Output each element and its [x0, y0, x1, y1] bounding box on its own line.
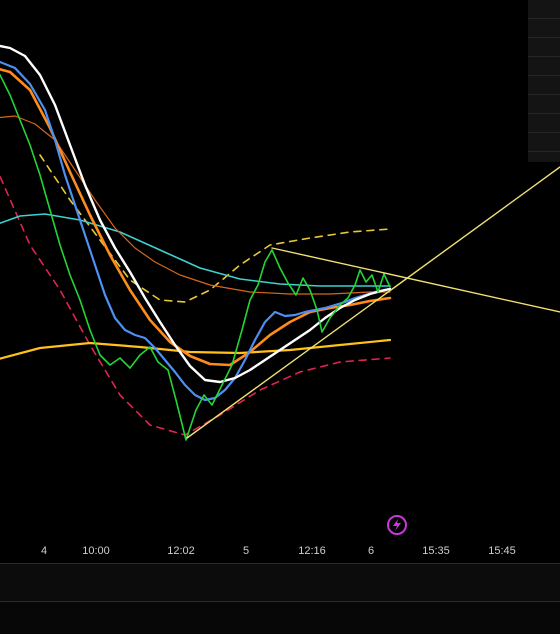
ma-thin-orange-line [0, 115, 391, 295]
bottom-toolbar[interactable] [0, 602, 560, 634]
band-upper-line [39, 154, 391, 303]
side-toolbar-slot[interactable] [528, 57, 560, 76]
side-toolbar-slot[interactable] [528, 76, 560, 95]
x-tick-label: 4 [41, 545, 47, 557]
x-tick-label: 15:45 [488, 545, 516, 557]
side-toolbar-slot[interactable] [528, 95, 560, 114]
x-tick-label: 12:02 [167, 545, 195, 557]
x-tick-label: 10:00 [82, 545, 110, 557]
time-scale-bar[interactable] [0, 563, 560, 602]
side-toolbar-slot[interactable] [528, 38, 560, 57]
lightning-icon [393, 519, 401, 531]
trendline-line [271, 247, 560, 313]
ma-cyan-line [0, 213, 391, 287]
x-tick-label: 15:35 [422, 545, 450, 557]
x-axis: 4 10:00 12:02 5 12:16 6 15:35 15:45 [41, 545, 516, 557]
flash-button[interactable] [387, 515, 407, 535]
side-toolbar-slot[interactable] [528, 133, 560, 152]
series-layer [0, 44, 560, 441]
ma-white-line [0, 44, 392, 384]
side-toolbar-slot[interactable] [528, 114, 560, 133]
side-toolbar-slot[interactable] [528, 0, 560, 19]
side-toolbar-slot[interactable] [528, 19, 560, 38]
trendline-line [186, 166, 560, 439]
price-line [0, 73, 391, 441]
x-tick-label: 5 [243, 545, 249, 557]
price-chart[interactable]: 4 10:00 12:02 5 12:16 6 15:35 15:45 [0, 0, 560, 560]
side-toolbar[interactable] [528, 0, 560, 162]
x-tick-label: 6 [368, 545, 374, 557]
x-tick-label: 12:16 [298, 545, 326, 557]
